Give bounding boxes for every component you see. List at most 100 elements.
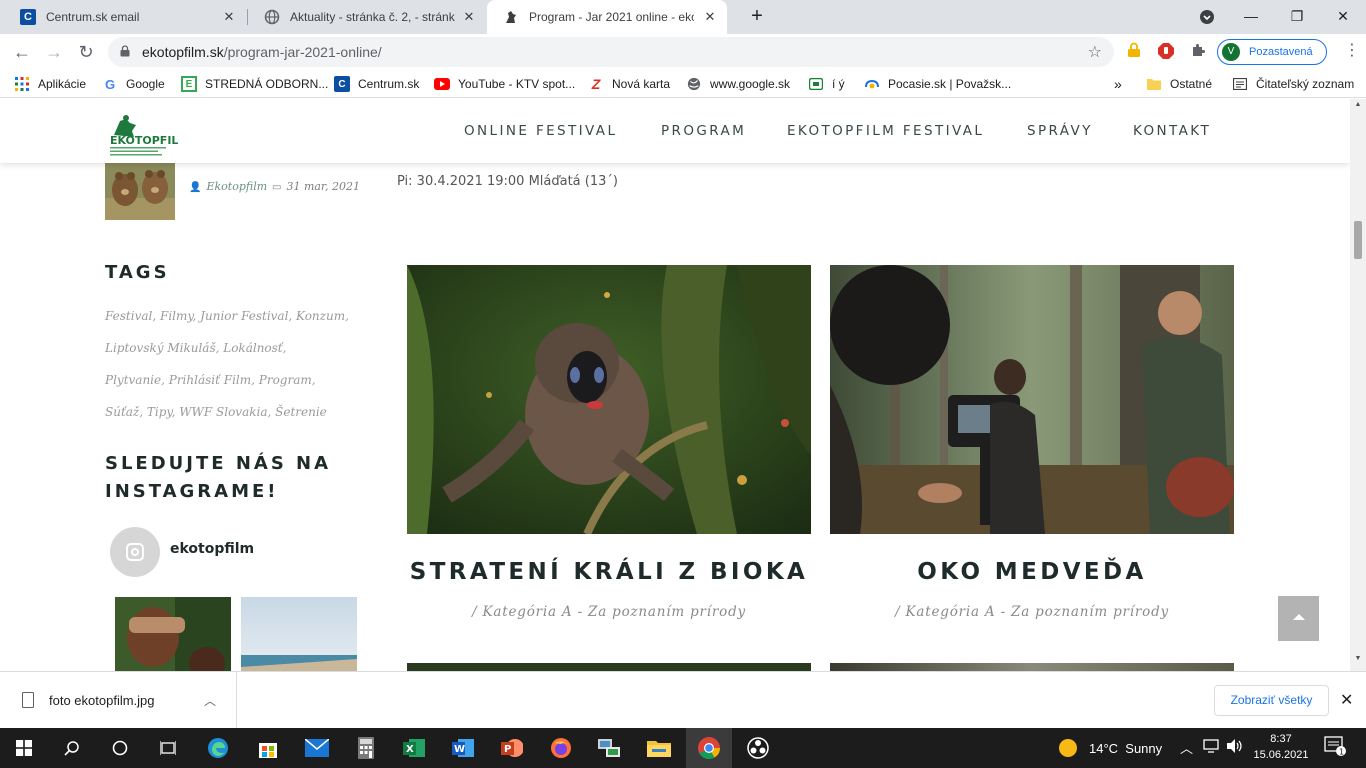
film-image-oko-medveda[interactable] [830, 265, 1234, 534]
windows-start-icon[interactable] [10, 734, 38, 762]
url-text: ekotopfilm.sk/program-jar-2021-online/ [142, 44, 382, 60]
bookmarks-overflow-button[interactable]: » [1114, 75, 1122, 93]
nav-spravy[interactable]: SPRÁVY [1027, 123, 1093, 139]
close-icon[interactable]: ✕ [1340, 690, 1353, 710]
notifications-count: 1 [1339, 748, 1344, 757]
bookmark-centrum[interactable]: C Centrum.sk [334, 75, 419, 93]
excel-icon[interactable]: X [400, 734, 428, 762]
weather-widget[interactable]: 14°C Sunny [1059, 739, 1162, 757]
bookmark-green[interactable]: í ý [808, 75, 845, 93]
volume-icon[interactable] [1226, 738, 1244, 757]
chrome-icon[interactable] [686, 728, 732, 768]
adblock-icon[interactable] [1156, 42, 1176, 62]
bookmark-apps[interactable]: Aplikácie [14, 75, 86, 93]
calculator-icon[interactable] [352, 734, 380, 762]
back-arrow-icon[interactable]: ← [8, 38, 36, 66]
chevron-up-icon[interactable]: ︿ [204, 692, 216, 709]
scroll-to-top-button[interactable] [1278, 596, 1319, 641]
instagram-avatar[interactable] [110, 527, 160, 577]
nav-online-festival[interactable]: ONLINE FESTIVAL [464, 123, 617, 139]
post-thumbnail-bear-cubs[interactable] [105, 154, 175, 220]
minimize-button[interactable]: — [1228, 0, 1274, 34]
film-title-strateni-krali[interactable]: STRATENÍ KRÁLI Z BIOKA [407, 559, 811, 585]
film-category[interactable]: / Kategória A - Za poznaním prírody [830, 604, 1234, 620]
profile-button[interactable]: V Pozastavená [1217, 39, 1327, 65]
close-tab-icon[interactable]: ✕ [462, 10, 476, 24]
firefox-icon[interactable] [547, 734, 575, 762]
film-title-oko-medveda[interactable]: OKO MEDVEĎA [830, 559, 1234, 585]
show-all-downloads-button[interactable]: Zobraziť všetky [1214, 685, 1329, 716]
sun-icon [1059, 739, 1077, 757]
browser-menu-icon[interactable]: ⋮ [1344, 40, 1360, 60]
instagram-handle[interactable]: ekotopfilm [170, 541, 254, 557]
system-clock[interactable]: 8:37 15.06.2021 [1253, 731, 1309, 763]
notifications-icon[interactable]: 1 [1324, 736, 1346, 759]
bookmark-pocasie[interactable]: Pocasie.sk | Považsk... [864, 75, 1011, 93]
tab-program-active[interactable]: Program - Jar 2021 online - ekotop ✕ [487, 0, 727, 34]
task-view-icon[interactable] [154, 734, 182, 762]
close-tab-icon[interactable]: ✕ [222, 10, 236, 24]
address-bar[interactable]: ekotopfilm.sk/program-jar-2021-online/ ☆ [108, 37, 1114, 67]
google-icon: G [104, 76, 116, 92]
tab-search-icon[interactable] [1184, 0, 1230, 34]
obs-icon[interactable] [744, 734, 772, 762]
close-window-button[interactable]: ✕ [1320, 0, 1366, 34]
bookmark-label: Centrum.sk [358, 77, 420, 91]
forward-arrow-icon[interactable]: → [40, 38, 68, 66]
tray-chevron-up-icon[interactable]: ︿ [1180, 738, 1193, 757]
store-icon[interactable] [254, 734, 282, 762]
ekotopfilm-logo[interactable]: EKOTOPFILM [108, 113, 189, 157]
reload-icon[interactable]: ↻ [72, 38, 100, 66]
bookmark-label: STREDNÁ ODBORN... [205, 77, 329, 91]
film-image-next[interactable] [830, 663, 1234, 671]
tab-aktuality[interactable]: Aktuality - stránka č. 2, - stránka ✕ [248, 0, 486, 34]
bookmark-google[interactable]: G Google [102, 75, 165, 93]
tags-list[interactable]: Festival, Filmy, Junior Festival, Konzum… [105, 300, 350, 428]
scrollbar-thumb[interactable] [1354, 221, 1362, 259]
bookmark-google-sk[interactable]: www.google.sk [686, 75, 790, 93]
search-icon[interactable] [58, 734, 86, 762]
cortana-icon[interactable] [106, 734, 134, 762]
nav-program[interactable]: PROGRAM [661, 123, 746, 139]
maximize-button[interactable]: ❐ [1274, 0, 1320, 34]
word-icon[interactable]: W [449, 734, 477, 762]
folder-icon [1146, 76, 1162, 92]
tab-centrum-email[interactable]: C Centrum.sk email ✕ [4, 0, 246, 34]
new-tab-button[interactable]: + [734, 0, 780, 34]
svg-text:X: X [406, 744, 414, 755]
instagram-post-thumbnail[interactable] [115, 597, 231, 671]
nav-ekotopfilm-festival[interactable]: EKOTOPFILM FESTIVAL [787, 123, 984, 139]
scroll-down-arrow-icon[interactable]: ▼ [1350, 655, 1366, 667]
password-lock-icon[interactable] [1124, 42, 1144, 62]
close-tab-icon[interactable]: ✕ [703, 10, 717, 24]
bookmark-youtube[interactable]: YouTube - KTV spot... [434, 75, 575, 93]
file-explorer-icon[interactable] [645, 734, 673, 762]
tags-heading: TAGS [105, 262, 170, 283]
network-icon[interactable] [1202, 738, 1220, 757]
bookmark-label: Google [126, 77, 165, 91]
reading-list-button[interactable]: Čitateľský zoznam [1232, 75, 1354, 93]
film-image-strateni-krali[interactable] [407, 265, 811, 534]
edge-icon[interactable] [204, 734, 232, 762]
post-author[interactable]: 👤 Ekotopfilm [189, 180, 267, 193]
download-item[interactable]: foto ekotopfilm.jpg ︿ [0, 672, 237, 729]
bookmark-folder-ostatne[interactable]: Ostatné [1146, 75, 1212, 93]
mail-icon[interactable] [303, 734, 331, 762]
bookmark-star-icon[interactable]: ☆ [1088, 42, 1102, 62]
centrum-icon: C [334, 76, 350, 92]
instagram-heading: SLEDUJTE NÁS NA INSTAGRAME! [105, 453, 332, 502]
extensions-puzzle-icon[interactable] [1188, 42, 1208, 62]
bookmark-stredna[interactable]: E STREDNÁ ODBORN... [181, 75, 328, 93]
post-date: ▭ 31 mar, 2021 [272, 180, 360, 193]
powerpoint-icon[interactable]: P [498, 734, 526, 762]
film-category[interactable]: / Kategória A - Za poznaním prírody [407, 604, 811, 620]
profile-status-label: Pozastavená [1249, 46, 1313, 58]
bookmark-nova-karta[interactable]: Z Nová karta [588, 75, 670, 93]
scroll-up-arrow-icon[interactable]: ▲ [1350, 101, 1366, 113]
film-image-next[interactable] [407, 663, 811, 671]
network-tool-icon[interactable] [596, 734, 624, 762]
page-scrollbar[interactable]: ▲ ▼ [1350, 99, 1366, 671]
nav-kontakt[interactable]: KONTAKT [1133, 123, 1211, 139]
instagram-post-thumbnail[interactable] [241, 597, 357, 671]
bookmark-label: Aplikácie [38, 77, 87, 91]
